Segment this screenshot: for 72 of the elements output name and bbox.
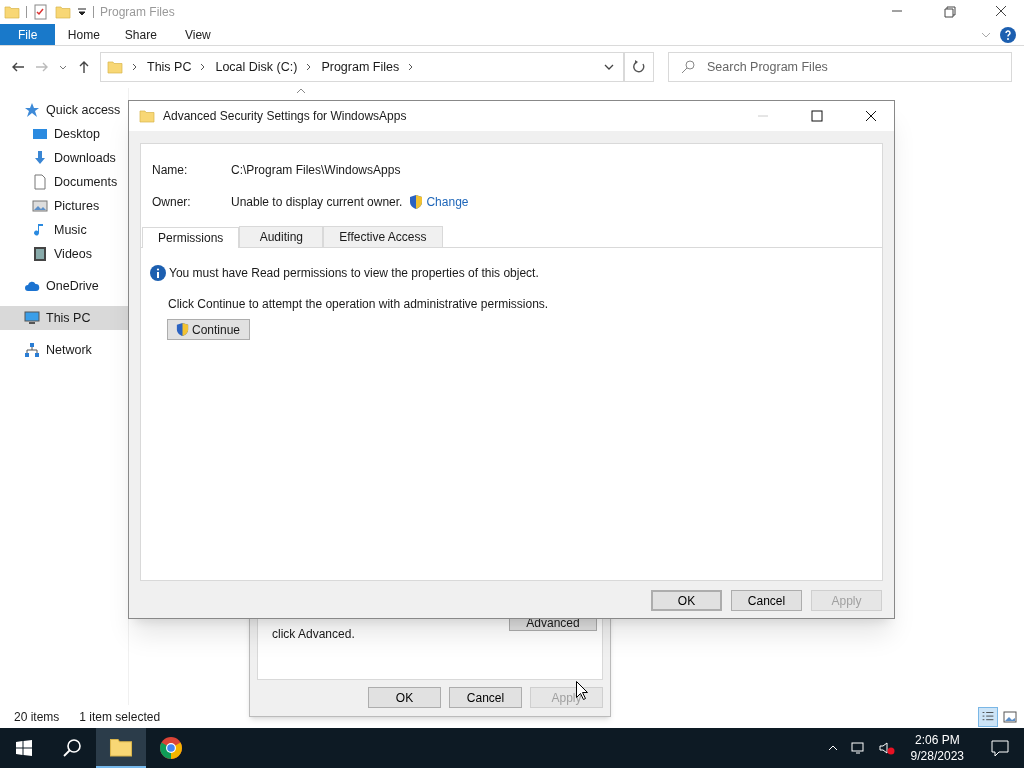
- computer-icon: [24, 310, 40, 326]
- folder-icon: [107, 59, 123, 75]
- info-message: You must have Read permissions to view the properties of this object.: [169, 265, 539, 282]
- film-icon: [32, 246, 48, 262]
- name-label: Name:: [152, 162, 189, 179]
- properties-check-icon[interactable]: [33, 4, 49, 20]
- search-icon: [681, 60, 695, 74]
- muted-speaker-icon[interactable]: [878, 740, 895, 756]
- owner-label: Owner:: [152, 194, 192, 211]
- shield-icon: [175, 322, 190, 337]
- sidebar-item[interactable]: OneDrive: [0, 274, 128, 298]
- taskbar-app[interactable]: [96, 728, 146, 768]
- dialog-tab[interactable]: Permissions: [142, 227, 240, 248]
- refresh-button[interactable]: [624, 52, 654, 82]
- clock[interactable]: 2:06 PM 9/28/2023: [906, 732, 968, 764]
- breadcrumb-item[interactable]: Local Disk (C:): [215, 57, 298, 77]
- search-field[interactable]: Search Program Files: [668, 52, 1012, 82]
- selection-count: 1 item selected: [79, 708, 161, 726]
- ribbon-tab[interactable]: View: [169, 24, 227, 45]
- continue-button[interactable]: Continue: [167, 319, 250, 340]
- ribbon-tab[interactable]: Home: [55, 24, 113, 45]
- network-icon[interactable]: [850, 740, 867, 756]
- dialog-tab[interactable]: Auditing: [239, 226, 324, 247]
- breadcrumb-item[interactable]: Program Files: [321, 57, 400, 77]
- help-icon[interactable]: [1000, 26, 1016, 43]
- sidebar-item[interactable]: Documents: [0, 170, 128, 194]
- chevron-right-icon: [131, 63, 139, 71]
- thumbnail-view-icon[interactable]: [1002, 708, 1018, 725]
- ribbon-tab[interactable]: Share: [112, 24, 170, 45]
- details-view-icon[interactable]: [978, 706, 998, 727]
- owner-value: Unable to display current owner.: [231, 194, 403, 211]
- refresh-icon: [631, 59, 647, 75]
- sidebar-item[interactable]: Music: [0, 218, 128, 242]
- item-count: 20 items: [14, 708, 60, 726]
- shield-icon: [408, 194, 425, 210]
- dialog-button[interactable]: Cancel: [449, 687, 522, 708]
- breadcrumb-item[interactable]: This PC: [147, 57, 192, 77]
- desktop-icon: [32, 126, 48, 142]
- browser-icon: [159, 736, 183, 760]
- dialog-button[interactable]: OK: [651, 590, 722, 611]
- name-value: C:\Program Files\WindowsApps: [231, 162, 402, 179]
- sidebar-item[interactable]: This PC: [0, 306, 128, 330]
- download-arrow-icon: [32, 150, 48, 166]
- window-title: Program Files: [100, 4, 175, 21]
- sidebar-item[interactable]: Videos: [0, 242, 128, 266]
- sidebar-item[interactable]: Network: [0, 338, 128, 362]
- dialog-button[interactable]: OK: [368, 687, 441, 708]
- search-icon: [62, 738, 82, 758]
- picture-icon: [32, 198, 48, 214]
- new-folder-icon: [55, 4, 71, 20]
- ribbon-tab[interactable]: File: [0, 24, 56, 45]
- advanced-hint: click Advanced.: [272, 626, 355, 643]
- folder-icon: [139, 108, 155, 124]
- info-icon: [150, 265, 166, 281]
- windows-logo-icon: [16, 740, 32, 756]
- change-link[interactable]: Change: [426, 193, 469, 211]
- network-icon: [24, 342, 40, 358]
- sidebar-item[interactable]: Quick access: [0, 98, 128, 122]
- dropdown-icon[interactable]: [77, 7, 87, 17]
- dialog-button[interactable]: Cancel: [731, 590, 802, 611]
- sort-caret-icon: [296, 88, 306, 94]
- document-icon: [32, 174, 48, 190]
- instruction-text: Click Continue to attempt the operation with administrative permissions.: [167, 296, 550, 313]
- sidebar-item[interactable]: Desktop: [0, 122, 128, 146]
- dialog-tab[interactable]: Effective Access: [323, 226, 443, 247]
- sidebar-item[interactable]: Pictures: [0, 194, 128, 218]
- sidebar-item[interactable]: Downloads: [0, 146, 128, 170]
- star-icon: [24, 102, 40, 118]
- dialog-title: Advanced Security Settings for WindowsApps: [163, 108, 407, 125]
- address-bar[interactable]: This PC Local Disk (C:) Program Files: [100, 52, 624, 82]
- folder-icon: [4, 4, 20, 20]
- speech-bubble-icon: [990, 738, 1010, 758]
